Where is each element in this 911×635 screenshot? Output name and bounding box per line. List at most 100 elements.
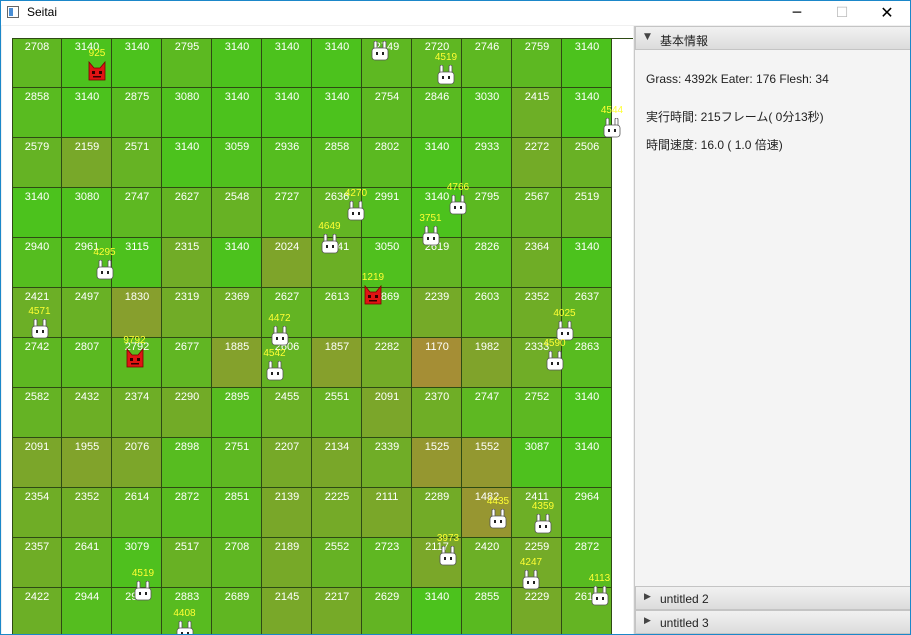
grass-cell[interactable]: 2422 xyxy=(12,588,62,634)
grass-cell[interactable]: 3115 xyxy=(112,238,162,288)
grass-cell[interactable]: 2603 xyxy=(462,288,512,338)
grass-cell[interactable]: 2807 xyxy=(62,338,112,388)
grass-cell[interactable]: 1552 xyxy=(462,438,512,488)
grass-cell[interactable]: 1885 xyxy=(212,338,262,388)
grass-cell[interactable]: 3140 xyxy=(312,88,362,138)
grass-cell[interactable]: 1830 xyxy=(112,288,162,338)
grass-cell[interactable]: 2290 xyxy=(162,388,212,438)
grass-cell[interactable]: 2872 xyxy=(162,488,212,538)
eater-creature[interactable]: 4359 xyxy=(368,38,391,61)
flesh-creature[interactable]: 925 xyxy=(87,48,107,81)
grass-cell[interactable]: 2207 xyxy=(262,438,312,488)
grass-cell[interactable]: 2689 xyxy=(212,588,262,634)
section-header-untitled-2[interactable]: ▶ untitled 2 xyxy=(635,586,910,610)
grass-cell[interactable]: 2759 xyxy=(512,38,562,88)
grass-cell[interactable]: 2024 xyxy=(262,238,312,288)
eater-creature[interactable]: 4571 xyxy=(28,306,51,339)
eater-creature[interactable]: 4766 xyxy=(447,182,469,215)
grass-cell[interactable]: 1857 xyxy=(312,338,362,388)
grass-cell[interactable]: 2936 xyxy=(262,138,312,188)
grass-cell[interactable]: 3087 xyxy=(512,438,562,488)
grass-cell[interactable]: 3140 xyxy=(62,88,112,138)
eater-creature[interactable]: 4247 xyxy=(520,557,542,590)
grass-cell[interactable]: 3140 xyxy=(412,138,462,188)
grass-cell[interactable]: 3140 xyxy=(212,88,262,138)
grass-cell[interactable]: 2944 xyxy=(62,588,112,634)
grass-cell[interactable]: 3059 xyxy=(212,138,262,188)
eater-creature[interactable]: 3973 xyxy=(437,533,459,566)
section-header-untitled-3[interactable]: ▶ untitled 3 xyxy=(635,610,910,634)
maximize-button[interactable]: ☐ xyxy=(819,1,865,25)
eater-creature[interactable]: 4544 xyxy=(601,105,623,138)
grass-cell[interactable]: 2727 xyxy=(262,188,312,238)
grass-cell[interactable]: 2613 xyxy=(312,288,362,338)
eater-creature[interactable]: 4649 xyxy=(318,221,341,254)
grass-cell[interactable]: 2370 xyxy=(412,388,462,438)
grass-cell[interactable]: 2315 xyxy=(162,238,212,288)
eater-creature[interactable]: 4519 xyxy=(132,568,154,601)
grass-cell[interactable]: 2752 xyxy=(512,388,562,438)
grass-cell[interactable]: 2567 xyxy=(512,188,562,238)
grass-cell[interactable]: 2723 xyxy=(362,538,412,588)
grass-grid[interactable]: 2708 3140 3140 2795 3140 3140 3140 2749 2720 2746… xyxy=(12,38,633,634)
grass-cell[interactable]: 2352 xyxy=(62,488,112,538)
grass-cell[interactable]: 2964 xyxy=(562,488,612,538)
grass-cell[interactable]: 2846 xyxy=(412,88,462,138)
grass-cell[interactable]: 3140 xyxy=(412,588,462,634)
grass-cell[interactable]: 2134 xyxy=(312,438,362,488)
grass-cell[interactable]: 2159 xyxy=(62,138,112,188)
grass-cell[interactable]: 2614 xyxy=(112,488,162,538)
grass-cell[interactable]: 2875 xyxy=(112,88,162,138)
eater-creature[interactable]: 4408 xyxy=(173,608,196,634)
grass-cell[interactable]: 2552 xyxy=(312,538,362,588)
grass-cell[interactable]: 2754 xyxy=(362,88,412,138)
grass-cell[interactable]: 2076 xyxy=(112,438,162,488)
grass-cell[interactable]: 2747 xyxy=(112,188,162,238)
grass-cell[interactable]: 2239 xyxy=(412,288,462,338)
grass-cell[interactable]: 1982 xyxy=(462,338,512,388)
grass-cell[interactable]: 1955 xyxy=(62,438,112,488)
grass-cell[interactable]: 2339 xyxy=(362,438,412,488)
grass-cell[interactable]: 2111 xyxy=(362,488,412,538)
grass-cell[interactable]: 2091 xyxy=(12,438,62,488)
grass-cell[interactable]: 2415 xyxy=(512,88,562,138)
eater-creature[interactable]: 4472 xyxy=(268,313,291,346)
grass-cell[interactable]: 3140 xyxy=(162,138,212,188)
grass-cell[interactable]: 2895 xyxy=(212,388,262,438)
grass-cell[interactable]: 2517 xyxy=(162,538,212,588)
eater-creature[interactable]: 4590 xyxy=(543,338,566,371)
eater-creature[interactable]: 4113 xyxy=(589,573,610,606)
eater-creature[interactable]: 3751 xyxy=(419,213,442,246)
flesh-creature[interactable]: 1219 xyxy=(362,272,384,305)
grass-cell[interactable]: 2229 xyxy=(512,588,562,634)
grass-cell[interactable]: 3140 xyxy=(562,238,612,288)
grass-cell[interactable]: 2582 xyxy=(12,388,62,438)
grass-cell[interactable]: 3080 xyxy=(162,88,212,138)
eater-creature[interactable]: 4435 xyxy=(487,496,509,529)
grass-cell[interactable]: 3140 xyxy=(562,438,612,488)
grass-cell[interactable]: 2519 xyxy=(562,188,612,238)
grass-cell[interactable]: 2319 xyxy=(162,288,212,338)
grass-cell[interactable]: 2289 xyxy=(412,488,462,538)
grass-cell[interactable]: 3140 xyxy=(562,38,612,88)
grass-cell[interactable]: 2354 xyxy=(12,488,62,538)
simulation-map[interactable]: 2708 3140 3140 2795 3140 3140 3140 2749 2720 2746… xyxy=(2,26,633,634)
grass-cell[interactable]: 2751 xyxy=(212,438,262,488)
grass-cell[interactable]: 2795 xyxy=(162,38,212,88)
eater-creature[interactable]: 4270 xyxy=(345,188,367,221)
grass-cell[interactable]: 2420 xyxy=(462,538,512,588)
grass-cell[interactable]: 2364 xyxy=(512,238,562,288)
grass-cell[interactable]: 1170 xyxy=(412,338,462,388)
grass-cell[interactable]: 3140 xyxy=(262,38,312,88)
grass-cell[interactable]: 2746 xyxy=(462,38,512,88)
grass-cell[interactable]: 2497 xyxy=(62,288,112,338)
grass-cell[interactable]: 2933 xyxy=(462,138,512,188)
grass-cell[interactable]: 2432 xyxy=(62,388,112,438)
grass-cell[interactable]: 2708 xyxy=(212,538,262,588)
grass-cell[interactable]: 2677 xyxy=(162,338,212,388)
grass-cell[interactable]: 2551 xyxy=(312,388,362,438)
grass-cell[interactable]: 3140 xyxy=(12,188,62,238)
eater-creature[interactable]: 4295 xyxy=(93,247,116,280)
grass-cell[interactable]: 2795 xyxy=(462,188,512,238)
grass-cell[interactable]: 3140 xyxy=(562,388,612,438)
